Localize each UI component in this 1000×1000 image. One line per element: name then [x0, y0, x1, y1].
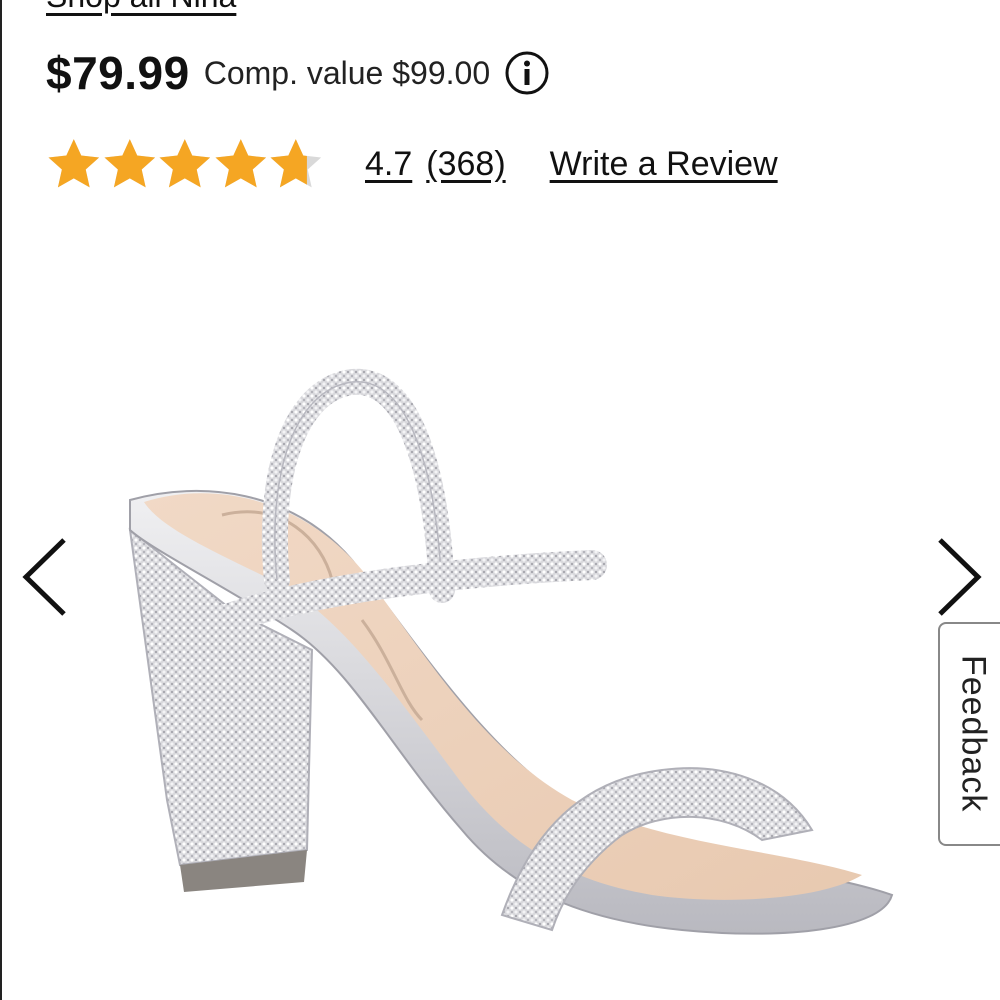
chevron-left-icon[interactable]: [14, 532, 74, 622]
product-page: Shop all Nina $79.99 Comp. value $99.00 …: [0, 0, 1000, 1000]
price-row: $79.99 Comp. value $99.00: [46, 44, 550, 102]
star-icon: [215, 139, 266, 188]
feedback-button[interactable]: Feedback: [938, 622, 1000, 846]
write-review-link[interactable]: Write a Review: [550, 145, 778, 184]
feedback-label: Feedback: [954, 655, 993, 813]
comp-value: Comp. value $99.00: [203, 54, 491, 91]
rating-row: 4.7 (368) Write a Review: [46, 134, 778, 194]
star-icon: [159, 139, 211, 188]
star-icon: [270, 139, 322, 188]
rating-value[interactable]: 4.7: [365, 145, 412, 184]
star-icon: [48, 139, 100, 188]
star-icon: [104, 139, 155, 188]
review-count[interactable]: (368): [426, 145, 505, 184]
chevron-right-icon[interactable]: [930, 532, 990, 622]
current-price: $79.99: [46, 47, 190, 99]
star-rating[interactable]: [46, 136, 324, 192]
shop-all-link[interactable]: Shop all Nina: [46, 0, 236, 15]
product-image: [128, 368, 894, 935]
info-icon[interactable]: [504, 50, 550, 96]
